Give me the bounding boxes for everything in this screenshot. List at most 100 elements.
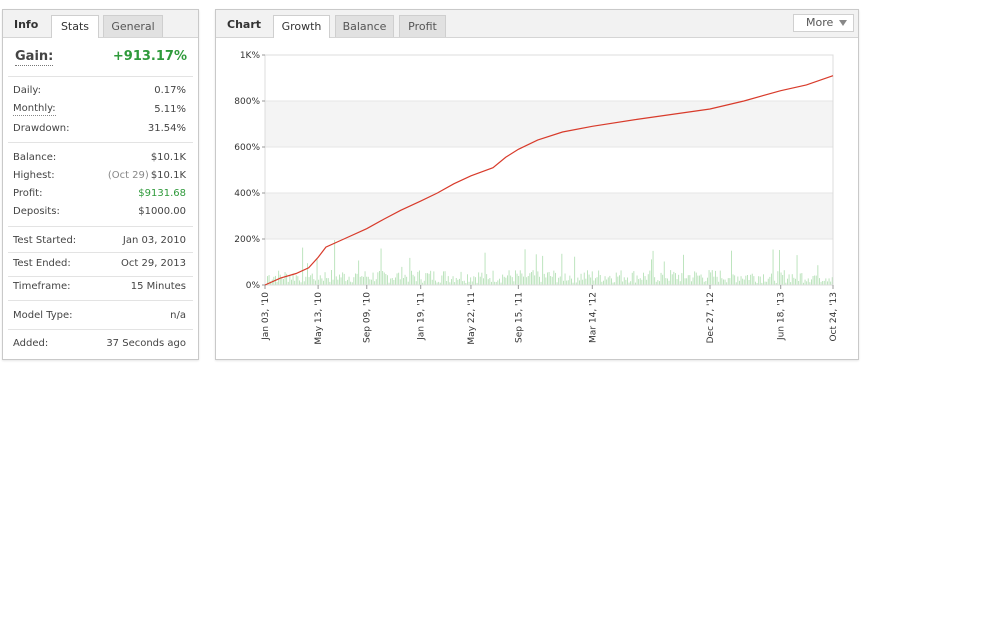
activity-bar: [559, 276, 561, 285]
activity-bar: [563, 280, 564, 285]
activity-bar: [419, 270, 420, 285]
activity-bar: [455, 278, 457, 285]
activity-bar: [814, 275, 816, 285]
activity-bar: [671, 274, 673, 285]
activity-bar: [507, 275, 508, 285]
activity-bar: [516, 273, 518, 285]
activity-bar: [606, 279, 608, 285]
activity-bar: [796, 255, 798, 285]
activity-bar: [620, 270, 622, 285]
activity-bar: [363, 276, 364, 285]
activity-bar: [527, 276, 529, 285]
activity-bar: [692, 277, 694, 285]
test-ended-label: Test Ended:: [13, 258, 71, 269]
activity-bar: [428, 273, 430, 285]
added-row: Added: 37 Seconds ago: [13, 336, 186, 351]
activity-bar: [631, 272, 633, 285]
daily-value: 0.17%: [154, 85, 186, 96]
activity-bar: [483, 278, 484, 285]
divider: [8, 142, 193, 143]
divider: [8, 276, 193, 277]
gain-label[interactable]: Gain:: [15, 48, 54, 66]
activity-bar: [372, 272, 374, 285]
activity-bar: [679, 281, 681, 285]
tab-balance[interactable]: Balance: [335, 15, 394, 37]
activity-bar: [822, 281, 824, 285]
activity-bar: [521, 273, 523, 285]
activity-bar: [387, 275, 388, 285]
activity-bar: [334, 240, 336, 285]
activity-bar: [615, 272, 617, 285]
activity-bar: [367, 276, 369, 285]
activity-bar: [737, 276, 739, 285]
activity-bar: [531, 272, 532, 285]
more-dropdown-button[interactable]: More: [793, 14, 854, 32]
growth-chart: 0% 200% 400% 600% 800% 1K% Jan 03, '10 May 13,…: [234, 51, 839, 345]
y-tick-label: 1K%: [240, 51, 261, 61]
activity-bar: [791, 274, 793, 285]
activity-bar: [471, 281, 473, 285]
activity-bar: [558, 277, 560, 285]
activity-bar: [297, 276, 299, 285]
activity-bar: [742, 278, 744, 285]
activity-bar: [782, 275, 784, 285]
activity-bar: [308, 277, 310, 285]
tab-profit[interactable]: Profit: [399, 15, 446, 37]
grid-band: [265, 193, 833, 239]
activity-bar: [566, 280, 568, 285]
activity-bar: [302, 247, 304, 285]
test-ended-row: Test Ended: Oct 29, 2013: [13, 256, 186, 271]
activity-bar: [609, 275, 611, 285]
tab-general[interactable]: General: [103, 15, 163, 37]
activity-bar: [371, 279, 372, 285]
activity-bar: [633, 271, 635, 285]
activity-bar: [719, 270, 721, 285]
activity-bar: [369, 279, 371, 285]
activity-bar: [689, 275, 691, 285]
activity-bar: [801, 273, 803, 285]
activity-bar: [513, 281, 515, 285]
activity-bar: [716, 276, 718, 285]
activity-bar: [443, 271, 444, 285]
activity-bar: [723, 279, 724, 285]
activity-bar: [727, 278, 729, 285]
activity-bar: [707, 277, 708, 285]
activity-bar: [339, 274, 340, 285]
activity-bar: [399, 279, 401, 285]
activity-bar: [414, 276, 416, 285]
activity-bar: [591, 271, 593, 285]
tab-growth[interactable]: Growth: [273, 15, 330, 38]
activity-bar: [579, 280, 580, 285]
monthly-label[interactable]: Monthly:: [13, 102, 56, 116]
activity-bar: [646, 279, 648, 285]
activity-bar: [435, 280, 436, 285]
test-started-label: Test Started:: [13, 235, 77, 246]
activity-bar: [551, 276, 553, 285]
activity-bar: [684, 278, 686, 285]
activity-bar: [675, 273, 676, 285]
activity-bar: [409, 257, 411, 285]
activity-bar: [515, 270, 516, 285]
info-tabbar: Info Stats General: [3, 10, 198, 38]
activity-bar: [321, 278, 323, 285]
tab-stats[interactable]: Stats: [51, 15, 99, 38]
activity-bar: [470, 277, 472, 285]
activity-bar: [375, 279, 377, 285]
activity-bar: [291, 279, 292, 285]
activity-bar: [815, 275, 817, 285]
activity-bar: [503, 276, 505, 285]
highest-label: Highest:: [13, 170, 55, 181]
activity-bar: [310, 275, 312, 285]
activity-bar: [545, 277, 547, 285]
grid-band: [265, 101, 833, 147]
profit-row: Profit: $9131.68: [13, 186, 186, 201]
plot-border: [264, 54, 834, 286]
activity-bar: [812, 276, 814, 285]
activity-bar: [305, 276, 307, 285]
activity-bar: [783, 270, 785, 285]
activity-bar: [721, 278, 723, 285]
activity-bar: [286, 273, 288, 285]
activity-bar: [827, 281, 828, 285]
activity-bar: [665, 278, 667, 285]
activity-bar: [284, 272, 286, 285]
